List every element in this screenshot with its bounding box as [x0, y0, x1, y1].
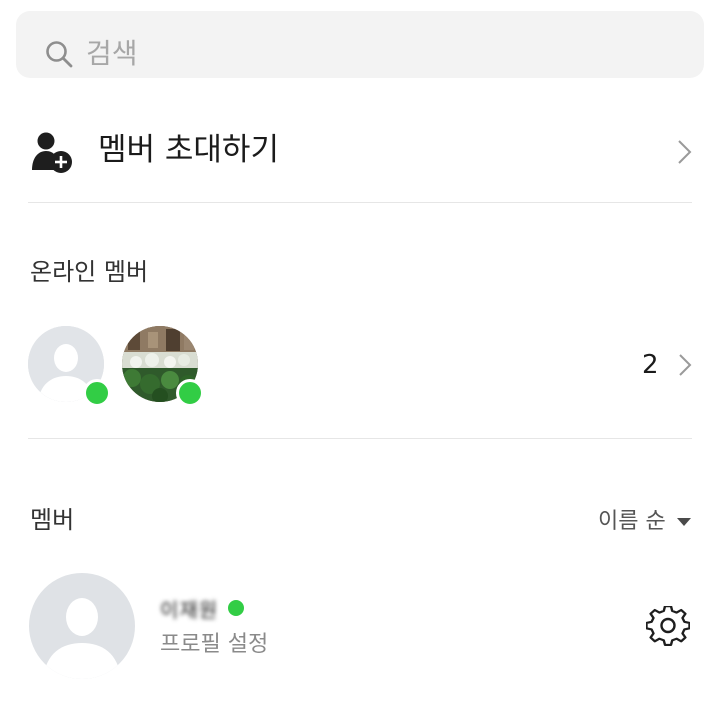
- add-person-icon: [32, 132, 72, 173]
- member-list-item[interactable]: 이재원 프로필 설정: [0, 570, 720, 690]
- profile-settings-label: 프로필 설정: [160, 632, 269, 657]
- caret-down-icon: [676, 518, 691, 526]
- avatar[interactable]: [29, 573, 135, 679]
- chevron-right-icon: [678, 140, 692, 164]
- member-name: 이재원: [160, 594, 245, 622]
- member-name-text: 이재원: [160, 597, 219, 622]
- online-status-dot: [176, 379, 204, 407]
- divider: [28, 438, 692, 439]
- gear-icon[interactable]: [646, 606, 690, 650]
- default-avatar-icon: [29, 573, 135, 679]
- divider: [28, 202, 692, 203]
- invite-members-label: 멤버 초대하기: [98, 132, 279, 168]
- online-status-dot: [228, 600, 245, 616]
- online-members-row[interactable]: 2: [0, 318, 720, 410]
- invite-members-row[interactable]: 멤버 초대하기: [0, 104, 720, 200]
- search-bar[interactable]: 검색: [16, 11, 704, 78]
- sort-label: 이름 순: [598, 509, 666, 534]
- sort-dropdown[interactable]: 이름 순: [598, 506, 692, 538]
- search-icon: [46, 41, 73, 68]
- online-status-dot: [83, 379, 111, 407]
- chevron-right-icon[interactable]: [676, 352, 694, 378]
- online-count: 2: [642, 350, 659, 380]
- search-input[interactable]: 검색: [86, 36, 138, 72]
- members-title: 멤버: [30, 506, 75, 534]
- online-members-title: 온라인 멤버: [30, 258, 149, 286]
